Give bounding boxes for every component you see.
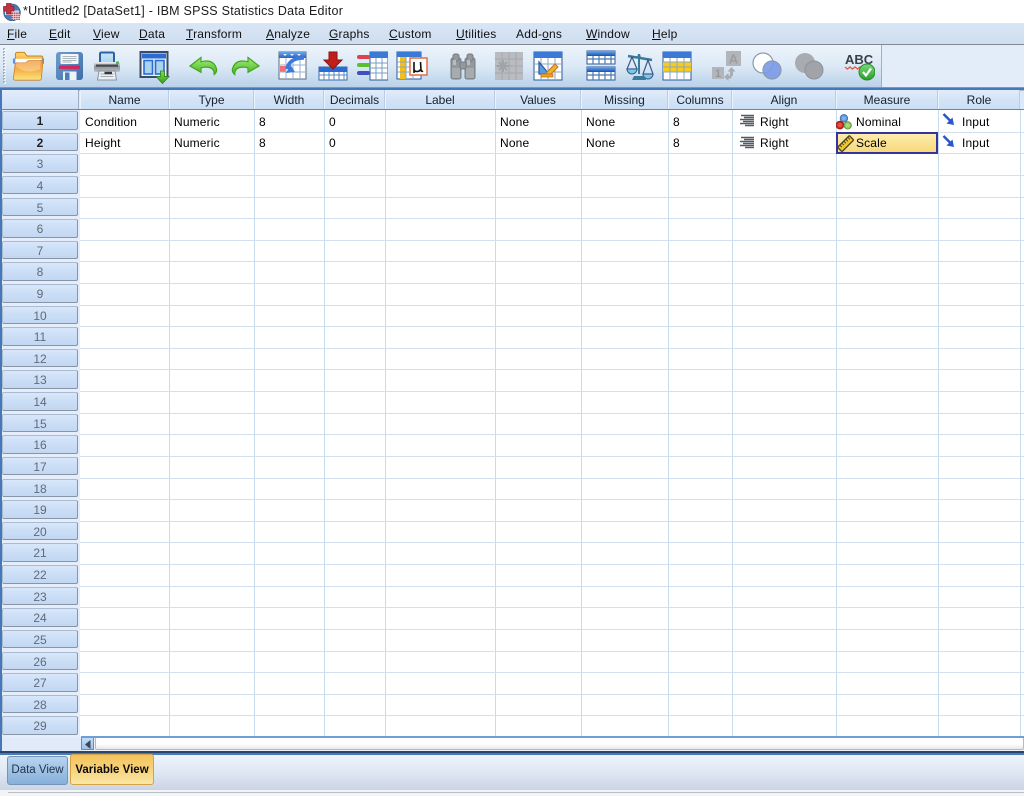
svg-text:1: 1 — [715, 68, 721, 80]
svg-text:A: A — [729, 52, 739, 67]
